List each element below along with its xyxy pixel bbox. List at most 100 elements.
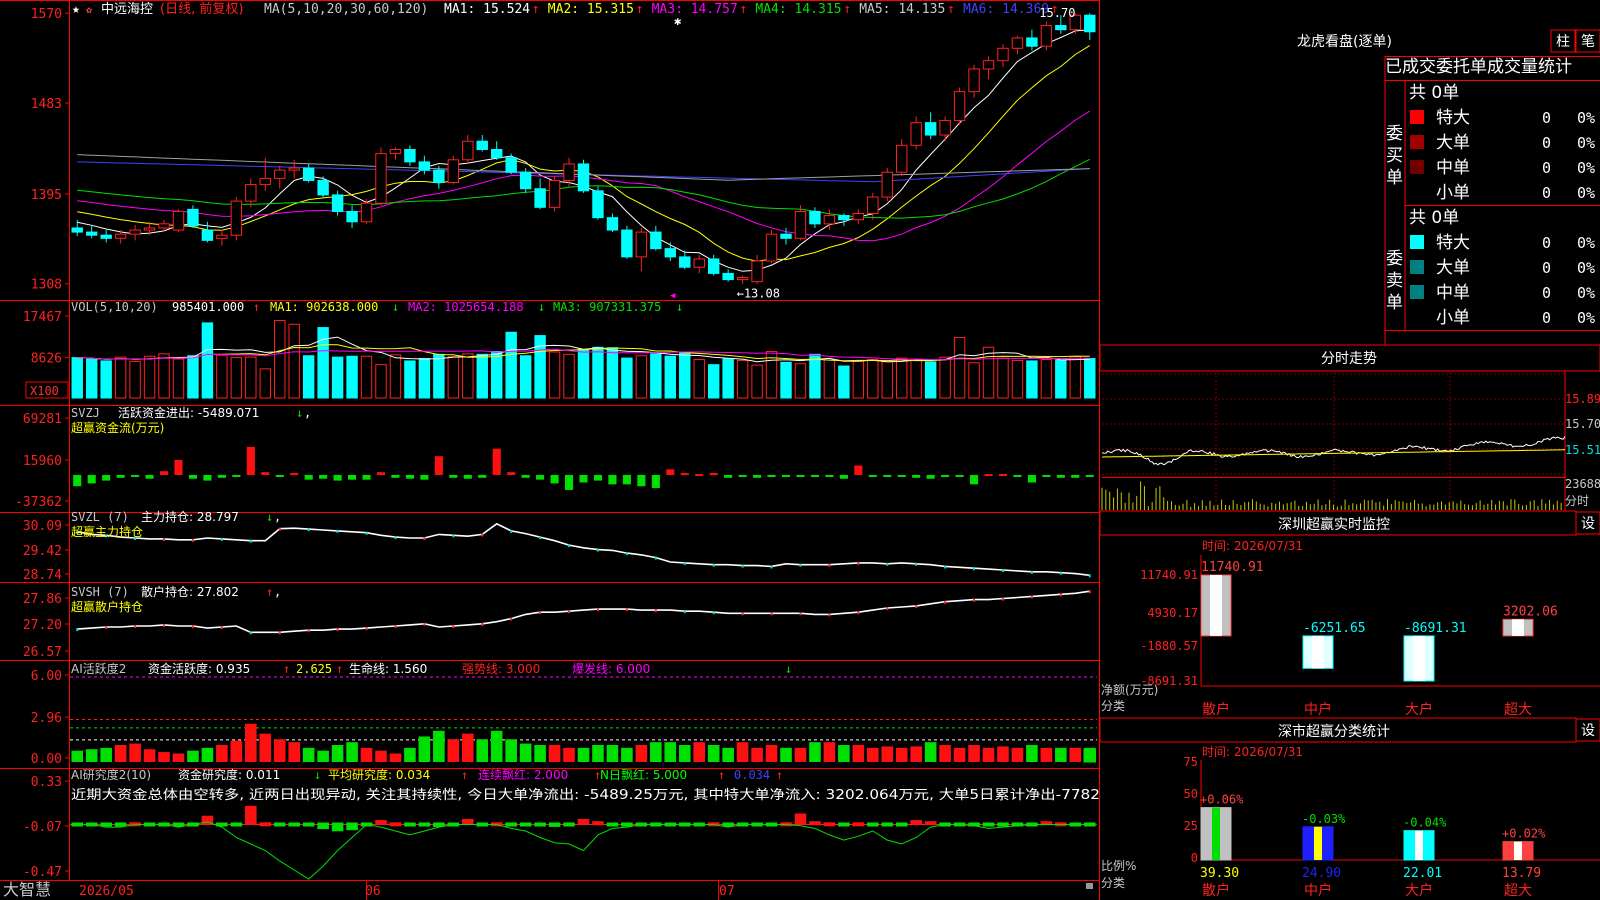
candle bbox=[260, 178, 270, 184]
sz-class-chart[interactable]: 75 50 25 0 +0.06% 39.30散户 -0.03% 24.90中户 -0.04% 2… bbox=[1184, 755, 1600, 899]
holding-tick bbox=[1031, 571, 1033, 574]
tab-orders[interactable]: 委托单 bbox=[1436, 57, 1487, 77]
ai2-name: AI研究度2(10) bbox=[71, 767, 151, 782]
bar-change-label: -0.03% bbox=[1302, 812, 1346, 826]
volume-bar bbox=[1012, 360, 1022, 398]
svsh-name: SVSH (7) bbox=[71, 585, 129, 599]
volume-bar bbox=[564, 354, 574, 398]
candlestick-chart[interactable]: 15.70←13.08✱◀ bbox=[72, 6, 1095, 301]
flow-bar bbox=[825, 475, 833, 477]
activity-bar bbox=[824, 742, 836, 762]
research-bar bbox=[925, 821, 937, 825]
ai-activity-chart[interactable] bbox=[70, 677, 1097, 762]
volume-bar bbox=[868, 360, 878, 398]
star-icon[interactable]: ★ bbox=[72, 2, 80, 17]
holding-tick bbox=[76, 628, 78, 631]
svzj-y-label-0: 69281 bbox=[23, 412, 62, 427]
volume-bar bbox=[839, 366, 849, 398]
volume-bar bbox=[231, 358, 241, 398]
ai-research-chart[interactable] bbox=[70, 806, 1097, 879]
vol-unit[interactable]: X100 bbox=[30, 384, 59, 398]
volume-bar bbox=[680, 352, 690, 398]
flow-bar bbox=[218, 475, 226, 478]
activity-bar bbox=[129, 744, 141, 762]
lock-icon[interactable] bbox=[1086, 883, 1093, 889]
volume-bar bbox=[651, 354, 661, 398]
volume-bar bbox=[954, 337, 964, 398]
svzj-chart[interactable] bbox=[73, 447, 1094, 490]
bar-change-label: +0.06% bbox=[1200, 793, 1244, 807]
flow-bar bbox=[739, 475, 747, 477]
intraday-chart[interactable] bbox=[1102, 372, 1565, 510]
brand-logo[interactable]: 大智慧 bbox=[3, 880, 51, 899]
activity-bar bbox=[317, 751, 329, 762]
holding-tick bbox=[221, 538, 223, 541]
candle bbox=[766, 234, 776, 261]
sz-monitor-chart[interactable]: 11740.91 4930.17 -1880.57 -8691.31 11740.91 散… bbox=[1140, 555, 1600, 718]
stock-mode[interactable]: (日线, 前复权) bbox=[160, 1, 243, 17]
holding-tick bbox=[568, 610, 570, 613]
candle bbox=[723, 273, 733, 279]
bar-value-label: 11740.91 bbox=[1201, 560, 1264, 575]
stock-name[interactable]: 中远海控 bbox=[101, 2, 153, 17]
tab-volume-stats[interactable]: 成交量统计 bbox=[1487, 57, 1572, 77]
svzl-line2: 超赢主力持仓 bbox=[71, 524, 143, 539]
volume-bar bbox=[940, 357, 950, 398]
activity-bar bbox=[288, 742, 300, 762]
holding-tick bbox=[626, 608, 628, 611]
tab-filled[interactable]: 已成交 bbox=[1385, 57, 1436, 77]
flow-bar bbox=[666, 469, 674, 475]
candle bbox=[1027, 38, 1037, 46]
volume-bar bbox=[275, 321, 285, 398]
holding-tick bbox=[828, 613, 830, 616]
holding-tick bbox=[1002, 598, 1004, 601]
activity-bar bbox=[881, 746, 893, 762]
volume-bar bbox=[520, 356, 530, 398]
research-line bbox=[77, 822, 1090, 879]
volume-chart[interactable] bbox=[72, 321, 1095, 398]
holding-tick bbox=[742, 565, 744, 568]
volume-bar bbox=[289, 324, 299, 398]
flag-icon[interactable]: ✿ bbox=[86, 5, 92, 16]
ai2-v2: 平均研究度: 0.034 bbox=[328, 767, 430, 782]
holding-tick bbox=[510, 618, 512, 621]
research-bar bbox=[259, 822, 271, 826]
bar-category-label: 中户 bbox=[1304, 701, 1332, 718]
holding-tick bbox=[337, 628, 339, 631]
sell-side-label: 单 bbox=[1386, 293, 1403, 313]
flow-bar bbox=[334, 475, 342, 481]
flow-bar bbox=[348, 475, 356, 480]
flow-bar bbox=[406, 475, 414, 479]
candle bbox=[897, 145, 907, 172]
holding-tick bbox=[308, 629, 310, 632]
holding-tick bbox=[192, 625, 194, 628]
x-axis: 2026/05 06 07 大智慧 bbox=[3, 880, 1093, 899]
flow-bar bbox=[247, 447, 255, 475]
volume-bar bbox=[492, 352, 502, 398]
flow-bar bbox=[782, 475, 790, 477]
flow-bar bbox=[724, 475, 732, 478]
activity-bar bbox=[476, 739, 488, 762]
activity-bar bbox=[520, 744, 532, 762]
research-bar bbox=[462, 819, 474, 825]
candle bbox=[868, 197, 878, 214]
flow-bar bbox=[507, 472, 515, 475]
holding-line bbox=[77, 524, 1090, 576]
activity-bar bbox=[86, 749, 98, 762]
activity-bar bbox=[853, 745, 865, 762]
research-bar bbox=[404, 823, 416, 827]
flow-bar bbox=[478, 475, 486, 478]
svzl-chart[interactable] bbox=[76, 524, 1091, 578]
main-y-label-1: 1483 bbox=[31, 97, 62, 112]
bar-highlight bbox=[1210, 575, 1222, 636]
holding-tick bbox=[973, 599, 975, 602]
sell-row-name: 特大 bbox=[1436, 233, 1470, 253]
svzl-arrow: ↓ bbox=[266, 510, 273, 524]
flow-bar bbox=[435, 456, 443, 475]
svzj-arrow: ↓ bbox=[296, 406, 303, 420]
buy-swatch bbox=[1410, 110, 1424, 124]
vol-ma2: MA2: 1025654.188 bbox=[408, 300, 524, 314]
activity-bar bbox=[274, 739, 286, 762]
volume-bar bbox=[72, 358, 82, 398]
bar-category-label: 散户 bbox=[1202, 701, 1230, 718]
